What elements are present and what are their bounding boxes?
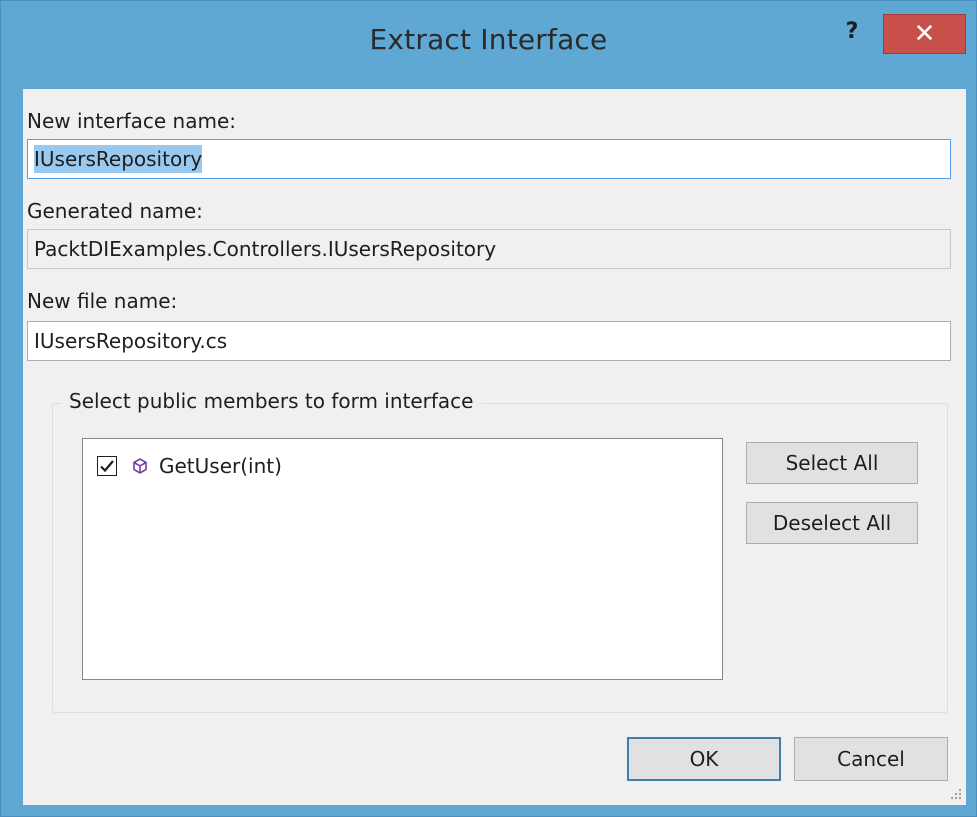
close-button[interactable]: ✕ [883,14,966,54]
select-all-button[interactable]: Select All [746,442,918,484]
resize-grip-icon[interactable] [948,787,962,801]
interface-name-field[interactable]: IUsersRepository [27,139,951,179]
dialog-title: Extract Interface [369,23,608,56]
members-group-label: Select public members to form interface [61,389,482,413]
members-list[interactable]: GetUser(int) [82,438,723,680]
close-icon: ✕ [913,19,936,49]
generated-name-label: Generated name: [27,199,203,223]
member-label: GetUser(int) [159,454,282,478]
list-item[interactable]: GetUser(int) [97,451,282,481]
checkmark-icon [100,460,114,473]
member-checkbox[interactable] [97,456,117,476]
interface-name-label: New interface name: [27,109,236,133]
extract-interface-dialog: Extract Interface ? ✕ New interface name… [0,0,977,817]
cancel-button[interactable]: Cancel [794,737,948,781]
title-bar[interactable]: Extract Interface ? ✕ [1,1,976,85]
file-name-field[interactable]: IUsersRepository.cs [27,321,951,361]
file-name-value: IUsersRepository.cs [34,329,228,353]
generated-name-value: PacktDIExamples.Controllers.IUsersReposi… [34,237,497,261]
help-button[interactable]: ? [837,15,867,49]
file-name-label: New file name: [27,289,178,313]
generated-name-field: PacktDIExamples.Controllers.IUsersReposi… [27,229,951,269]
deselect-all-button[interactable]: Deselect All [746,502,918,544]
interface-name-value: IUsersRepository [34,145,203,173]
ok-button[interactable]: OK [627,737,781,781]
method-cube-icon [133,458,147,474]
dialog-body: New interface name: IUsersRepository Gen… [23,89,966,805]
